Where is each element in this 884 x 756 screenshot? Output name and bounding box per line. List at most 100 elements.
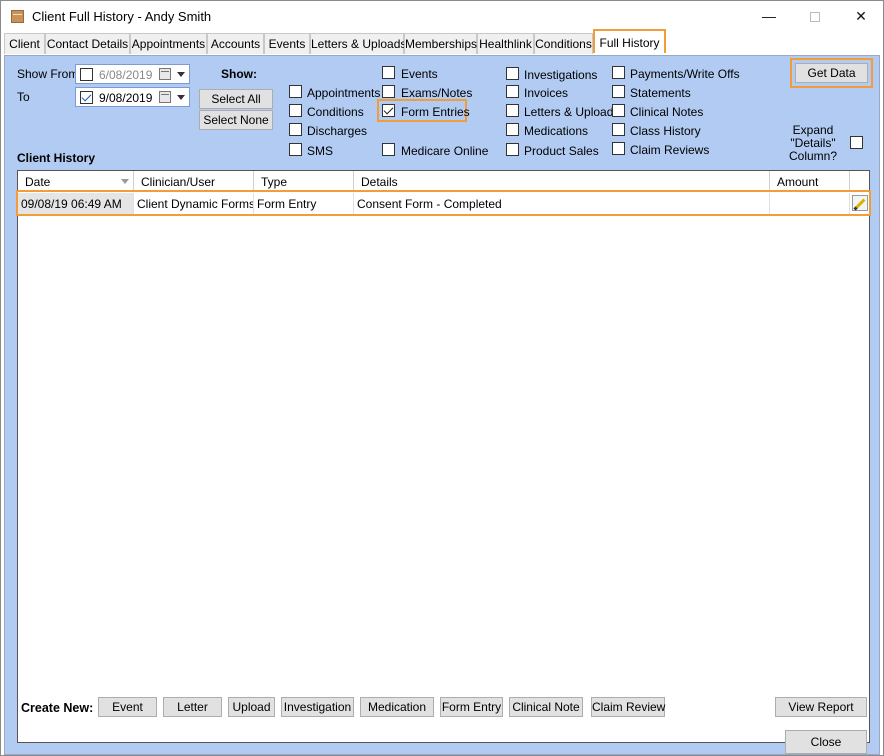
row-highlight — [16, 190, 871, 216]
maximize-button — [792, 1, 838, 31]
tab-conditions[interactable]: Conditions — [534, 33, 593, 54]
select-all-button[interactable]: Select All — [199, 89, 273, 109]
create-upload-button[interactable]: Upload — [228, 697, 275, 717]
create-medication-button[interactable]: Medication — [360, 697, 434, 717]
get-data-button[interactable]: Get Data — [795, 63, 868, 83]
maximize-icon — [810, 12, 820, 23]
conditions-checkbox[interactable] — [289, 104, 302, 117]
tab-label: Contact Details — [46, 37, 129, 51]
invoices-checkbox[interactable] — [506, 85, 519, 98]
tab-label: Client — [9, 37, 40, 51]
create-claim-review-button[interactable]: Claim Review — [591, 697, 665, 717]
full-history-panel: Show From 6/08/2019 To 9/08/2019 Show: S… — [4, 55, 880, 755]
tab-label: Accounts — [210, 37, 261, 51]
medications-checkbox[interactable] — [506, 123, 519, 136]
title-bar: Client Full History - Andy Smith — ✕ — [1, 1, 883, 32]
tab-client[interactable]: Client — [4, 33, 45, 54]
class-history-label: Class History — [630, 124, 701, 138]
payments-write-offs-checkbox[interactable] — [612, 66, 625, 79]
from-date-picker[interactable]: 6/08/2019 — [75, 64, 190, 84]
investigations-label: Investigations — [524, 68, 598, 82]
history-grid: Date Clinician/User Type Details Amount … — [16, 170, 871, 743]
product-sales-checkbox[interactable] — [506, 143, 519, 156]
expand-details-label: Expand "Details" Column? — [788, 123, 838, 163]
column-header-type[interactable]: Type — [254, 171, 354, 191]
letters-uploads-checkbox[interactable] — [506, 104, 519, 117]
tab-label: Memberships — [405, 37, 478, 51]
conditions-label: Conditions — [307, 105, 364, 119]
close-icon: ✕ — [855, 8, 867, 24]
show-label: Show: — [221, 67, 257, 81]
chevron-down-icon[interactable] — [177, 95, 185, 100]
clinical-notes-label: Clinical Notes — [630, 105, 704, 119]
create-investigation-button[interactable]: Investigation — [281, 697, 354, 717]
events-checkbox[interactable] — [382, 66, 395, 79]
sort-down-icon — [121, 179, 129, 184]
class-history-checkbox[interactable] — [612, 123, 625, 136]
create-event-button[interactable]: Event — [98, 697, 157, 717]
column-header-amount[interactable]: Amount — [770, 171, 850, 191]
exams-notes-checkbox[interactable] — [382, 85, 395, 98]
appointments-label: Appointments — [307, 86, 381, 100]
sms-label: SMS — [307, 144, 334, 158]
tab-letters-uploads[interactable]: Letters & Uploads — [310, 33, 406, 54]
column-header-label: Details — [361, 175, 398, 189]
window-title: Client Full History - Andy Smith — [32, 9, 212, 24]
to-date-value: 9/08/2019 — [99, 91, 153, 105]
tab-memberships[interactable]: Memberships — [404, 33, 477, 54]
calendar-icon — [159, 68, 171, 80]
column-header-clinician[interactable]: Clinician/User — [134, 171, 254, 191]
medicare-online-checkbox[interactable] — [382, 143, 395, 156]
column-header-label: Amount — [777, 175, 819, 189]
claim-reviews-checkbox[interactable] — [612, 142, 625, 155]
tab-strip: Client Contact Details Appointments Acco… — [4, 29, 882, 55]
invoices-label: Invoices — [524, 86, 569, 100]
create-letter-button[interactable]: Letter — [163, 697, 222, 717]
to-label: To — [17, 90, 30, 104]
column-header-label: Clinician/User — [141, 175, 216, 189]
statements-checkbox[interactable] — [612, 85, 625, 98]
close-button[interactable]: Close — [785, 730, 867, 754]
form-entries-checkbox[interactable] — [382, 104, 395, 117]
minimize-icon: — — [762, 8, 776, 24]
sms-checkbox[interactable] — [289, 143, 302, 156]
client-history-label: Client History — [17, 151, 96, 165]
show-from-label: Show From — [17, 67, 79, 81]
discharges-checkbox[interactable] — [289, 123, 302, 136]
clinical-notes-checkbox[interactable] — [612, 104, 625, 117]
view-report-button[interactable]: View Report — [775, 697, 867, 717]
to-date-checkbox[interactable] — [80, 91, 93, 104]
claim-reviews-label: Claim Reviews — [630, 143, 710, 157]
medicare-online-label: Medicare Online — [401, 144, 489, 158]
product-sales-label: Product Sales — [524, 144, 599, 158]
column-header-label: Type — [261, 175, 288, 189]
tab-label: Events — [268, 37, 306, 51]
to-date-picker[interactable]: 9/08/2019 — [75, 87, 190, 107]
close-window-button[interactable]: ✕ — [838, 1, 884, 31]
tab-healthlink[interactable]: Healthlink — [477, 33, 534, 54]
events-label: Events — [401, 67, 438, 81]
column-header-label: Date — [25, 175, 51, 189]
create-clinical-note-button[interactable]: Clinical Note — [509, 697, 583, 717]
column-header-details[interactable]: Details — [354, 171, 770, 191]
tab-accounts[interactable]: Accounts — [207, 33, 264, 54]
create-form-entry-button[interactable]: Form Entry — [440, 697, 503, 717]
tab-full-history[interactable]: Full History — [593, 29, 666, 53]
calendar-icon — [159, 91, 171, 103]
tab-events[interactable]: Events — [264, 33, 310, 54]
column-header-date[interactable]: Date — [18, 171, 134, 191]
chevron-down-icon[interactable] — [177, 72, 185, 77]
tab-contact-details[interactable]: Contact Details — [45, 33, 130, 54]
tab-appointments[interactable]: Appointments — [130, 33, 207, 54]
tab-label: Conditions — [535, 37, 592, 51]
exams-notes-label: Exams/Notes — [401, 86, 473, 100]
select-none-button[interactable]: Select None — [199, 110, 273, 130]
appointments-checkbox[interactable] — [289, 85, 302, 98]
from-date-checkbox[interactable] — [80, 68, 93, 81]
tab-label: Full History — [599, 36, 660, 50]
minimize-button[interactable]: — — [746, 1, 792, 31]
expand-details-checkbox[interactable] — [850, 136, 863, 149]
client-full-history-window: Client Full History - Andy Smith — ✕ Cli… — [0, 0, 884, 756]
letters-uploads-label: Letters & Uploads — [524, 105, 620, 119]
investigations-checkbox[interactable] — [506, 67, 519, 80]
